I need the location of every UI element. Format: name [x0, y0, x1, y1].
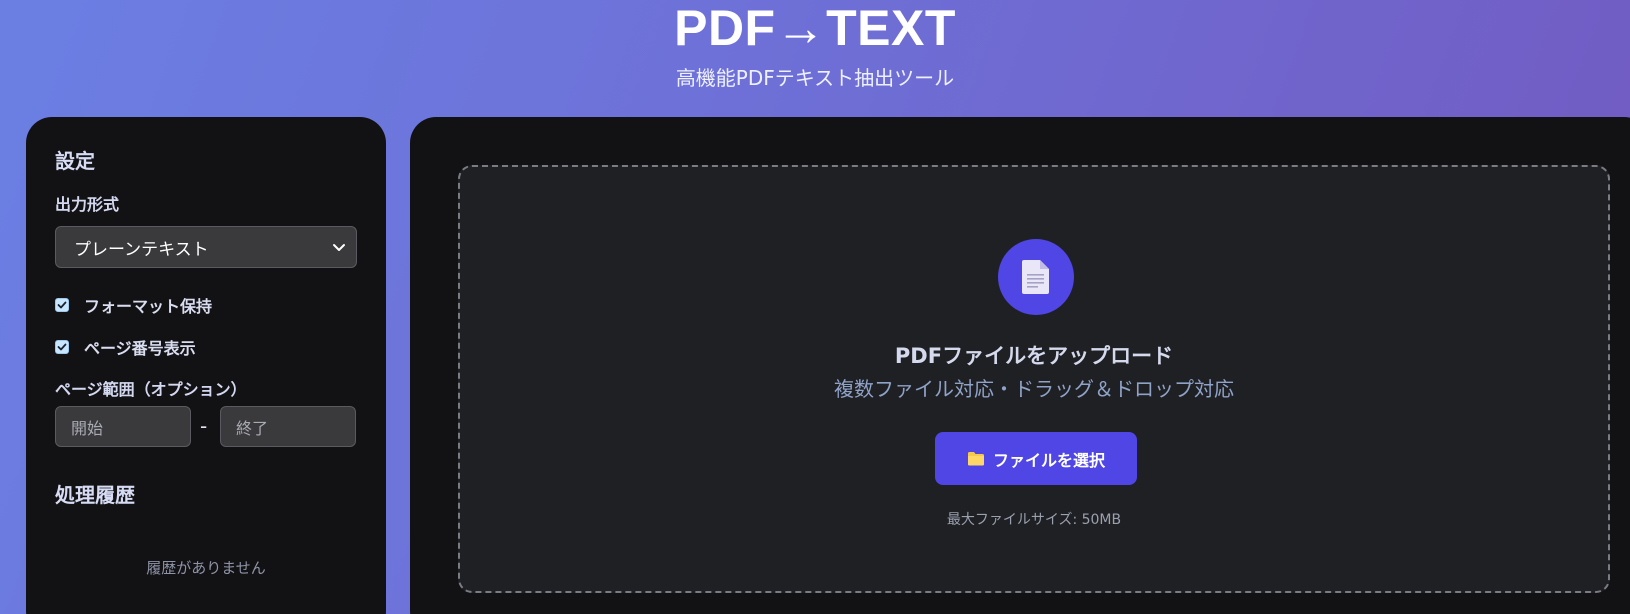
range-end-placeholder: 終了 — [236, 418, 269, 438]
page-range-label: ページ範囲（オプション） — [55, 380, 247, 399]
preserve-format-option[interactable]: フォーマット保持 — [55, 293, 212, 317]
upload-icon-circle — [998, 239, 1074, 315]
range-separator: - — [200, 414, 208, 438]
output-format-value: プレーンテキスト — [74, 239, 209, 260]
chevron-down-icon — [333, 244, 345, 251]
checkmark-icon — [57, 301, 67, 309]
preserve-format-checkbox[interactable] — [55, 298, 69, 312]
range-start-placeholder: 開始 — [71, 418, 104, 438]
file-drop-zone[interactable]: PDFファイルをアップロード 複数ファイル対応・ドラッグ＆ドロップ対応 ファイル… — [458, 165, 1610, 593]
document-icon — [1022, 260, 1049, 294]
settings-title: 設定 — [55, 149, 95, 173]
app-header: PDF→TEXT 高機能PDFテキスト抽出ツール — [0, 0, 1630, 112]
page-number-option[interactable]: ページ番号表示 — [55, 335, 196, 359]
main-panel: PDFファイルをアップロード 複数ファイル対応・ドラッグ＆ドロップ対応 ファイル… — [410, 117, 1630, 614]
preserve-format-label: フォーマット保持 — [84, 297, 213, 316]
app-title: PDF→TEXT — [674, 0, 956, 56]
history-title: 処理履歴 — [55, 483, 135, 507]
checkmark-icon — [57, 343, 67, 351]
output-format-label: 出力形式 — [55, 195, 120, 214]
upload-heading: PDFファイルをアップロード — [894, 344, 1174, 368]
folder-icon — [967, 451, 985, 466]
max-file-size-note: 最大ファイルサイズ: 50MB — [946, 512, 1122, 528]
select-file-label: ファイルを選択 — [992, 450, 1105, 470]
range-end-input[interactable]: 終了 — [220, 406, 356, 447]
settings-sidebar: 設定 出力形式 プレーンテキスト フォーマット保持 ページ番号表示 ページ範囲（… — [26, 117, 386, 614]
app-subtitle: 高機能PDFテキスト抽出ツール — [675, 66, 955, 90]
output-format-select[interactable]: プレーンテキスト — [55, 226, 357, 268]
history-empty-message: 履歴がありません — [146, 559, 266, 577]
page-number-label: ページ番号表示 — [84, 339, 196, 358]
upload-subheading: 複数ファイル対応・ドラッグ＆ドロップ対応 — [834, 377, 1234, 401]
page-number-checkbox[interactable] — [55, 340, 69, 354]
range-start-input[interactable]: 開始 — [55, 406, 191, 447]
select-file-button[interactable]: ファイルを選択 — [935, 432, 1137, 485]
